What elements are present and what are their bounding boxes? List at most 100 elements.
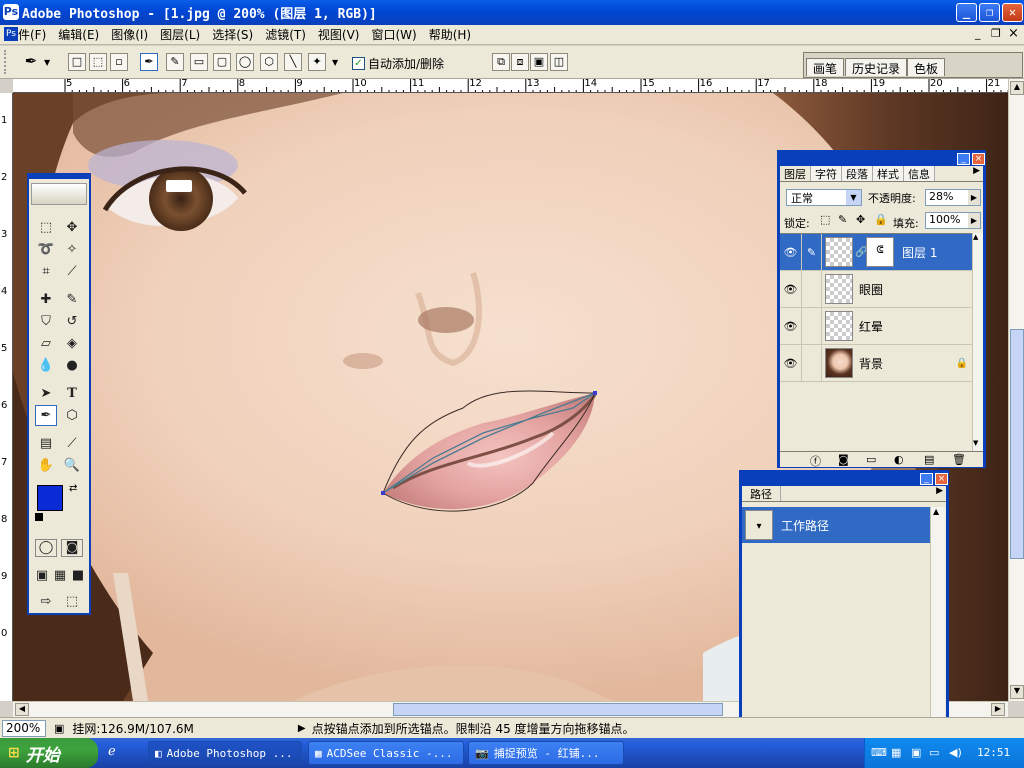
history-brush-icon[interactable]: ↺ bbox=[61, 311, 83, 332]
tab-styles[interactable]: 样式 bbox=[873, 166, 904, 181]
eraser-tool-icon[interactable]: ▱ bbox=[35, 333, 57, 354]
link-cell[interactable] bbox=[802, 271, 822, 307]
doc-close-button[interactable]: × bbox=[1008, 26, 1019, 41]
add-mask-icon[interactable]: ◙ bbox=[838, 453, 849, 466]
link-cell[interactable] bbox=[802, 345, 822, 381]
dodge-tool-icon[interactable]: ● bbox=[61, 355, 83, 376]
pen-tool-button[interactable]: ✒ bbox=[140, 53, 158, 71]
scroll-up-arrow-icon[interactable]: ▲ bbox=[973, 233, 978, 241]
grip-handle[interactable] bbox=[4, 50, 10, 74]
chevron-down-icon[interactable]: ▼ bbox=[846, 190, 861, 205]
path-row[interactable]: ▾ 工作路径 bbox=[742, 507, 930, 543]
ime-icon[interactable]: ▣ bbox=[911, 746, 921, 759]
layers-scrollbar[interactable]: ▲ ▼ bbox=[972, 233, 983, 451]
tab-character[interactable]: 字符 bbox=[811, 166, 842, 181]
panel-menu-arrow-icon[interactable]: ▶ bbox=[936, 486, 946, 501]
tab-history[interactable]: 历史记录 bbox=[845, 58, 908, 76]
add-to-path-area-button[interactable]: ⧉ bbox=[492, 53, 510, 71]
layer-mask-thumbnail[interactable]: ᕳ bbox=[866, 237, 894, 267]
new-layer-icon[interactable]: ▤ bbox=[924, 453, 934, 466]
full-screen-menu-icon[interactable]: ▦ bbox=[51, 565, 69, 586]
chevron-down-icon[interactable]: ▼ bbox=[44, 58, 50, 67]
keyboard-icon[interactable]: ⌨ bbox=[871, 746, 887, 759]
minimize-button[interactable]: _ bbox=[956, 3, 977, 22]
slice-tool-icon[interactable]: ⟋ bbox=[61, 261, 83, 282]
menu-window[interactable]: 窗口(W) bbox=[365, 26, 422, 43]
clock[interactable]: 12:51 bbox=[977, 746, 1010, 759]
menu-image[interactable]: 图像(I) bbox=[105, 26, 154, 43]
menu-edit[interactable]: 编辑(E) bbox=[52, 26, 105, 43]
doc-minimize-button[interactable]: _ bbox=[975, 27, 981, 40]
imageready-icon[interactable]: ⬚ bbox=[61, 591, 83, 612]
freeform-pen-button[interactable]: ✎ bbox=[166, 53, 184, 71]
trash-icon[interactable]: 🗑 bbox=[952, 453, 966, 466]
foreground-color-swatch[interactable] bbox=[37, 485, 63, 511]
paint-bucket-icon[interactable]: ◈ bbox=[61, 333, 83, 354]
healing-brush-icon[interactable]: ✚ bbox=[35, 289, 57, 310]
panel-close-button[interactable]: × bbox=[972, 153, 985, 165]
quick-mask-icon[interactable]: ◙ bbox=[61, 539, 83, 557]
clone-stamp-icon[interactable]: ⛉ bbox=[35, 311, 57, 332]
restore-button[interactable]: ❐ bbox=[979, 3, 1000, 22]
ie-icon[interactable]: ℯ bbox=[108, 744, 116, 759]
marquee-tool-icon[interactable]: ⬚ bbox=[35, 217, 57, 238]
subtract-path-area-button[interactable]: ⧈ bbox=[511, 53, 529, 71]
layer-style-icon[interactable]: ⓕ bbox=[810, 453, 821, 469]
scroll-up-arrow-icon[interactable]: ▲ bbox=[933, 507, 939, 516]
lock-all-icon[interactable]: 🔒 bbox=[874, 213, 888, 226]
network-icon[interactable]: ▦ bbox=[891, 746, 901, 759]
eye-icon[interactable]: 👁 bbox=[780, 234, 802, 270]
custom-shape-button[interactable]: ✦ bbox=[308, 53, 326, 71]
full-screen-icon[interactable]: ■ bbox=[69, 565, 87, 586]
lock-image-icon[interactable]: ✎ bbox=[838, 213, 847, 226]
swap-colors-icon[interactable]: ⇄ bbox=[69, 483, 77, 494]
menu-help[interactable]: 帮助(H) bbox=[423, 26, 477, 43]
brush-tool-icon[interactable]: ✎ bbox=[61, 289, 83, 310]
task-acdsee[interactable]: ▦ ACDSee Classic -... bbox=[308, 741, 464, 765]
layer-row[interactable]: 👁 红晕 bbox=[780, 308, 972, 345]
scroll-down-arrow-icon[interactable]: ▼ bbox=[973, 439, 978, 447]
move-tool-icon[interactable]: ✥ bbox=[61, 217, 83, 238]
tab-layers[interactable]: 图层 bbox=[780, 166, 811, 181]
menu-layer[interactable]: 图层(L) bbox=[154, 26, 206, 43]
document-icon[interactable]: Ps bbox=[4, 27, 18, 41]
standard-screen-icon[interactable]: ▣ bbox=[33, 565, 51, 586]
panel-minimize-button[interactable]: _ bbox=[957, 153, 970, 165]
magic-wand-icon[interactable]: ✧ bbox=[61, 239, 83, 260]
adjustment-layer-icon[interactable]: ◐ bbox=[894, 453, 904, 466]
eye-icon[interactable]: 👁 bbox=[780, 345, 802, 381]
vertical-scrollbar[interactable]: ▲ ▼ bbox=[1008, 79, 1024, 701]
adobe-logo-icon[interactable] bbox=[31, 183, 87, 205]
rectangle-tool-button[interactable]: ▭ bbox=[190, 53, 208, 71]
blend-mode-select[interactable]: 正常 ▼ bbox=[786, 189, 862, 206]
fill-slider-arrow-icon[interactable]: ▶ bbox=[968, 213, 980, 228]
zoom-tool-icon[interactable]: 🔍 bbox=[61, 455, 83, 476]
eyedropper-icon[interactable]: ⟋ bbox=[61, 433, 83, 454]
panel-close-button[interactable]: × bbox=[935, 473, 948, 485]
tab-paragraph[interactable]: 段落 bbox=[842, 166, 873, 181]
blur-tool-icon[interactable]: 💧 bbox=[35, 355, 57, 376]
path-selection-icon[interactable]: ➤ bbox=[35, 383, 57, 404]
panel-menu-arrow-icon[interactable]: ▶ bbox=[973, 166, 983, 181]
scroll-up-arrow-icon[interactable]: ▲ bbox=[1010, 81, 1024, 95]
layer-row[interactable]: 👁 眼圈 bbox=[780, 271, 972, 308]
opacity-input[interactable]: 28% ▶ bbox=[925, 189, 981, 206]
jump-to-imageready-icon[interactable]: ⇨ bbox=[35, 591, 57, 612]
start-button[interactable]: ⊞ 开始 bbox=[0, 738, 98, 768]
doc-info[interactable]: 挂网:126.9M/107.6M bbox=[72, 720, 194, 737]
ellipse-tool-button[interactable]: ◯ bbox=[236, 53, 254, 71]
new-set-icon[interactable]: ▭ bbox=[866, 453, 876, 466]
task-photoshop[interactable]: ◧ Adobe Photoshop ... bbox=[148, 741, 302, 765]
paintbrush-icon[interactable]: ✎ bbox=[802, 234, 822, 270]
lock-transparency-icon[interactable]: ⬚ bbox=[820, 213, 830, 226]
volume-icon[interactable]: ◀) bbox=[949, 746, 962, 759]
hand-tool-icon[interactable]: ✋ bbox=[35, 455, 57, 476]
menu-view[interactable]: 视图(V) bbox=[312, 26, 366, 43]
lasso-tool-icon[interactable]: ➰ bbox=[35, 239, 57, 260]
default-colors-icon[interactable] bbox=[35, 513, 43, 521]
exclude-path-area-button[interactable]: ◫ bbox=[550, 53, 568, 71]
notes-tool-icon[interactable]: ▤ bbox=[35, 433, 57, 454]
auto-add-delete-option[interactable]: ✓ 自动添加/删除 bbox=[352, 55, 444, 72]
eye-icon[interactable]: 👁 bbox=[780, 271, 802, 307]
monitor-icon[interactable]: ▭ bbox=[929, 746, 939, 759]
